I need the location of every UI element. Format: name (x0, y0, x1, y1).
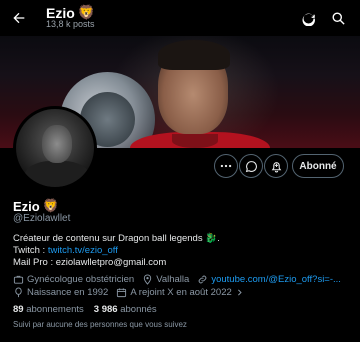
twitch-prefix: Twitch : (13, 245, 48, 256)
more-icon (220, 164, 232, 168)
profile-name: Ezio 🦁 (13, 198, 59, 214)
calendar-icon (117, 288, 127, 298)
website-item: youtube.com/@Ezio_off?si=-... (197, 274, 341, 285)
followers-count: 3 986 (93, 304, 118, 315)
location-pin-icon (144, 274, 152, 285)
posts-count: 13,8 k posts (46, 19, 95, 29)
followers-label: abonnés (120, 304, 157, 315)
following-stat[interactable]: 89 abonnements (13, 304, 84, 315)
bio-text: Créateur de contenu sur Dragon ball lege… (13, 233, 206, 244)
twitch-link[interactable]: twitch.tv/ezio_off (48, 245, 118, 256)
notification-plus-icon (271, 161, 281, 172)
search-button[interactable] (327, 7, 349, 29)
briefcase-icon (13, 275, 24, 284)
profession-text: Gynécologue obstétricien (27, 274, 135, 285)
search-icon (332, 12, 345, 25)
following-label: abonnements (26, 304, 84, 315)
avatar[interactable] (13, 106, 97, 190)
profession-item: Gynécologue obstétricien (13, 274, 134, 285)
refresh-icon (302, 13, 315, 26)
birth-text: Naissance en 1992 (27, 287, 109, 298)
following-button[interactable]: Abonné (292, 154, 344, 178)
top-bar: Ezio 🦁 13,8 k posts (0, 0, 360, 36)
message-icon (245, 160, 257, 172)
avatar-face-shape (42, 125, 72, 163)
location-text: Valhalla (156, 274, 190, 285)
dragon-emoji: 🐉. (205, 233, 220, 244)
website-link[interactable]: youtube.com/@Ezio_off?si=-... (211, 274, 341, 285)
joined-item[interactable]: A rejoint X en août 2022 (116, 287, 243, 298)
meta-row-1: Gynécologue obstétricien Valhalla youtub… (13, 274, 349, 285)
message-button[interactable] (239, 154, 263, 178)
followed-by-text: Suivi par aucune des personnes que vous … (13, 320, 187, 329)
lion-emoji: 🦁 (42, 198, 59, 213)
bio-line-1: Créateur de contenu sur Dragon ball lege… (13, 233, 343, 245)
notify-button[interactable] (264, 154, 288, 178)
follow-stats: 89 abonnements 3 986 abonnés (13, 304, 157, 315)
bio-line-2: Twitch : twitch.tv/ezio_off (13, 245, 343, 257)
link-icon (198, 275, 207, 284)
refresh-button[interactable] (297, 7, 319, 29)
meta-row-2: Naissance en 1992 A rejoint X en août 20… (13, 287, 252, 298)
profile-bio: Créateur de contenu sur Dragon ball lege… (13, 233, 343, 269)
arrow-left-icon (13, 12, 25, 24)
avatar-shoulders-shape (24, 161, 90, 187)
balloon-icon (15, 287, 22, 298)
location-item: Valhalla (142, 274, 189, 285)
joined-text: A rejoint X en août 2022 (130, 287, 232, 298)
followers-stat[interactable]: 3 986 abonnés (94, 304, 157, 315)
following-count: 89 (13, 304, 24, 315)
back-button[interactable] (8, 7, 30, 29)
profile-name-text: Ezio (13, 198, 40, 214)
player-collar-shape (172, 134, 218, 148)
chevron-right-icon (237, 289, 242, 296)
profile-handle: @Eziolawllet (13, 213, 71, 224)
bio-mail: Mail Pro : eziolawlletpro@gmail.com (13, 257, 167, 268)
birth-item: Naissance en 1992 (13, 287, 108, 298)
more-button[interactable] (214, 154, 238, 178)
player-hair-shape (158, 40, 230, 70)
